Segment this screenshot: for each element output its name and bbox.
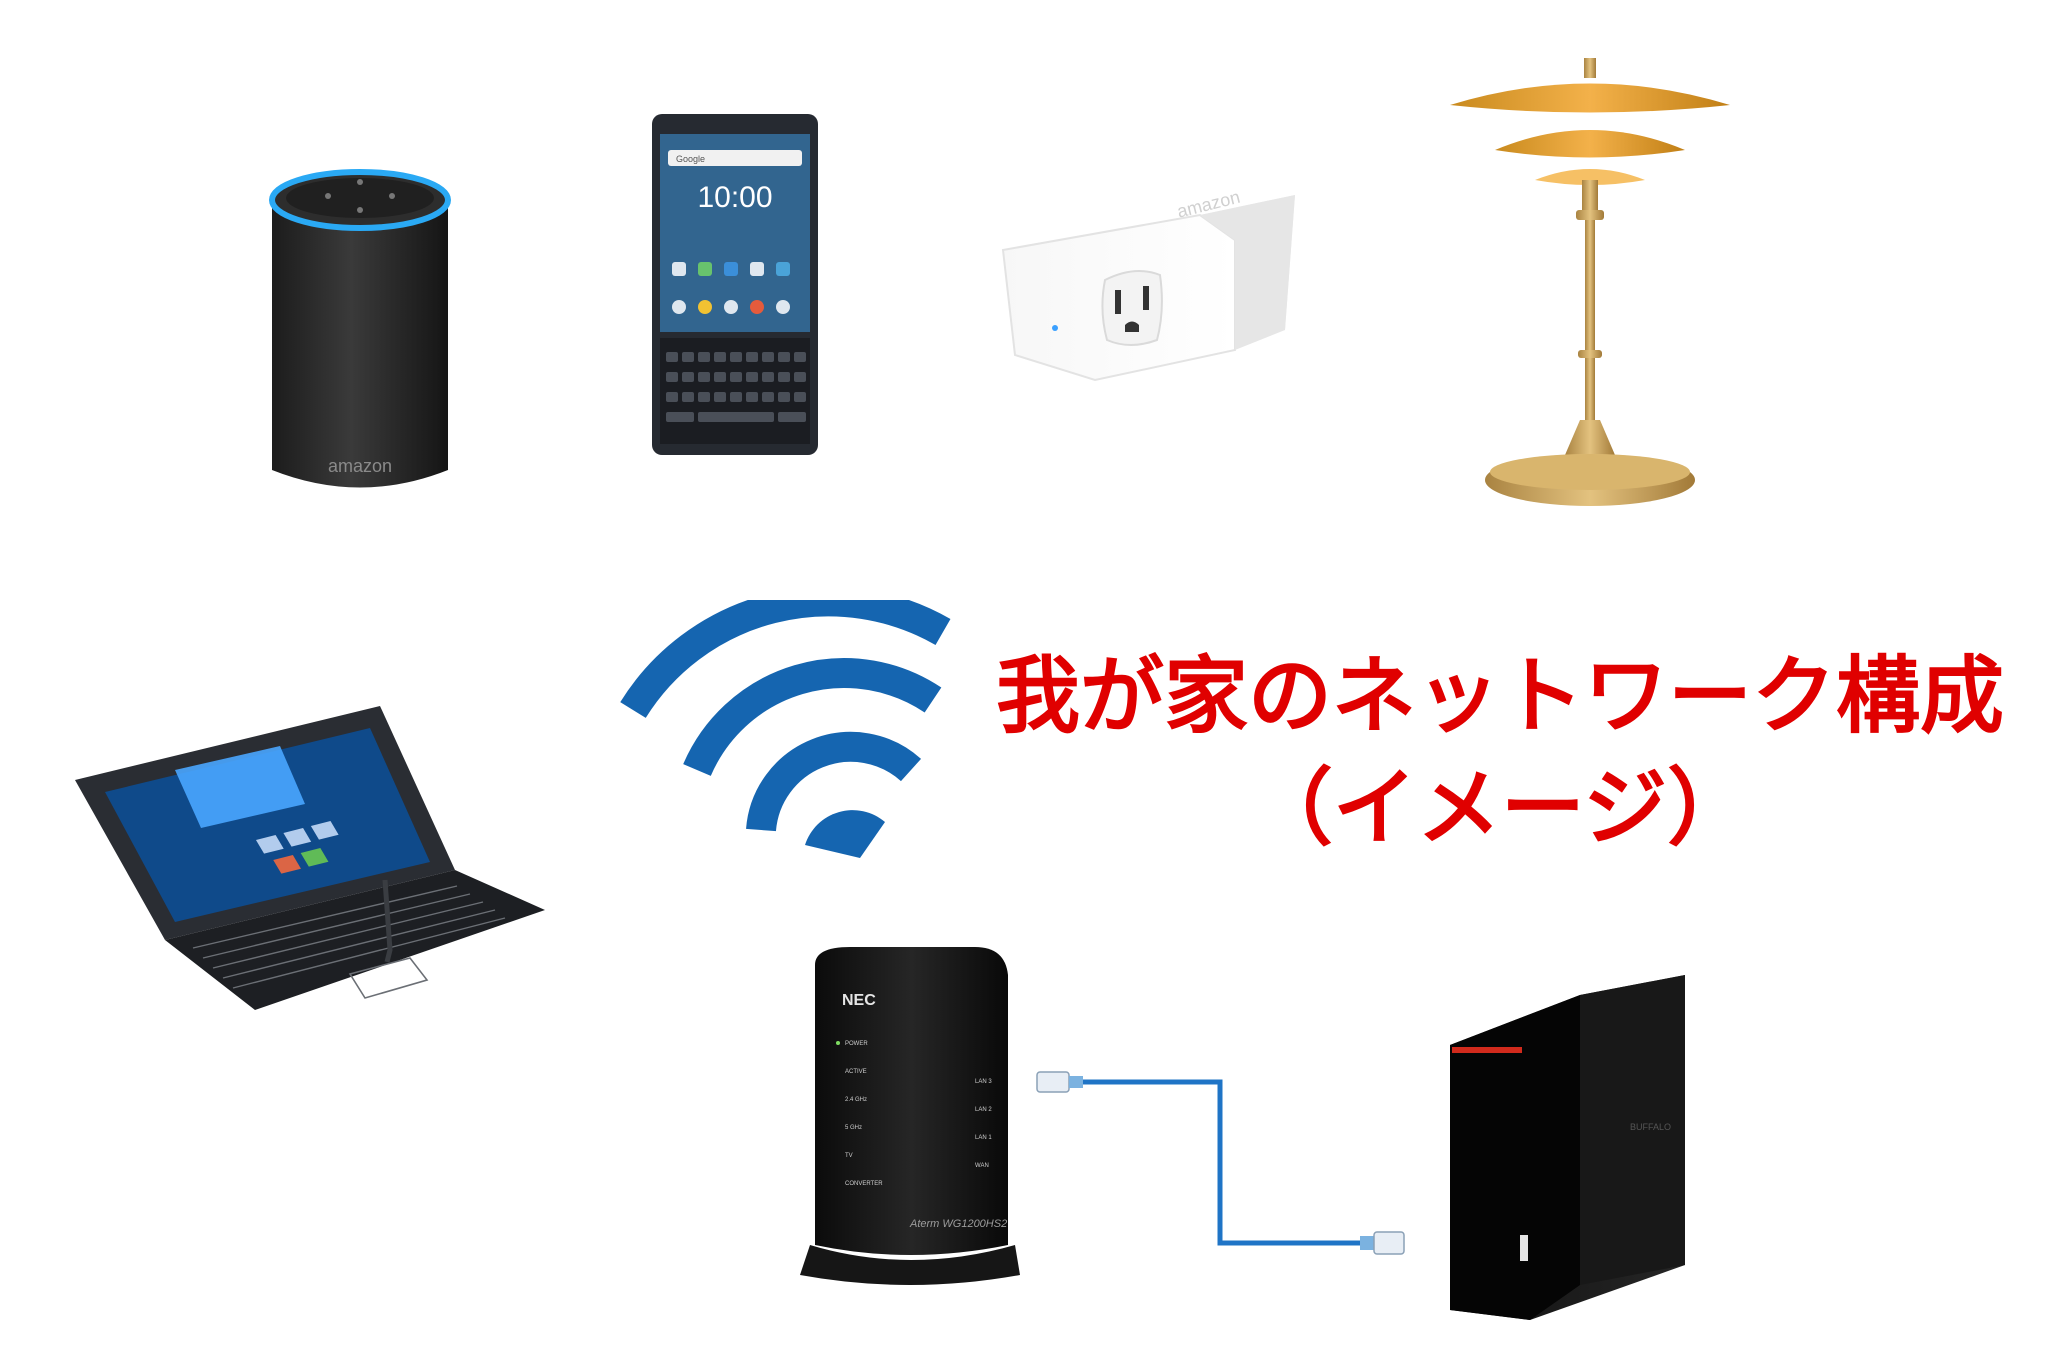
table-lamp — [1450, 58, 1730, 506]
nas-storage: BUFFALO — [1450, 975, 1685, 1320]
laptop — [75, 706, 545, 1010]
router-led-active: ACTIVE — [845, 1069, 867, 1075]
router-led-5ghz: 5 GHz — [845, 1125, 862, 1131]
smartphone: Google 10:00 — [652, 114, 818, 455]
ethernet-connector-router — [1036, 1071, 1083, 1093]
router-port-lan1: LAN 1 — [975, 1135, 992, 1141]
router-led-converter: CONVERTER — [845, 1181, 883, 1187]
router-model-label: Aterm WG1200HS2 — [909, 1218, 1007, 1230]
router-port-lan2: LAN 2 — [975, 1107, 992, 1113]
phone-clock: 10:00 — [697, 181, 772, 214]
phone-search-label: Google — [676, 154, 705, 164]
router-port-wan: WAN — [975, 1163, 989, 1169]
wifi-router: NEC POWER ACTIVE 2.4 GHz 5 GHz TV CONVER… — [800, 947, 1020, 1285]
router-led-24ghz: 2.4 GHz — [845, 1097, 867, 1103]
router-led-power: POWER — [845, 1041, 868, 1047]
title-line-1: 我が家のネットワーク構成 — [995, 647, 2004, 745]
smart-plug: amazon — [1001, 187, 1295, 382]
ethernet-connector-nas — [1360, 1231, 1405, 1255]
speaker-brand-label: amazon — [328, 456, 392, 476]
title-line-2: （イメージ） — [1248, 759, 1752, 857]
nas-brand-label: BUFFALO — [1630, 1122, 1671, 1132]
diagram-title: 我が家のネットワーク構成 （イメージ） — [960, 640, 2040, 864]
wifi-icon — [620, 600, 951, 858]
router-brand-label: NEC — [842, 992, 876, 1009]
smart-speaker: amazon — [269, 169, 451, 488]
router-led-tv: TV — [845, 1153, 853, 1159]
router-port-lan3: LAN 3 — [975, 1079, 992, 1085]
ethernet-cable — [1036, 1071, 1405, 1255]
